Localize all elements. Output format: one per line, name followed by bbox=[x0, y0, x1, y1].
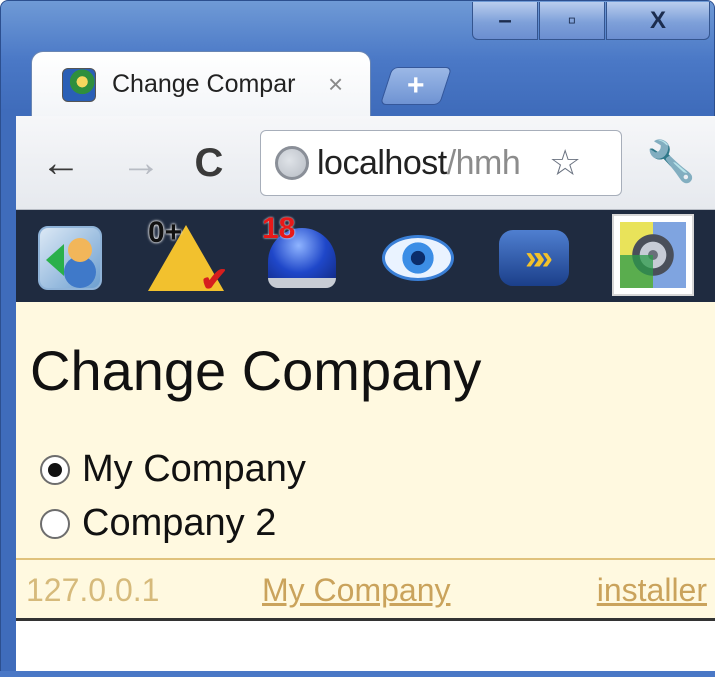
window-controls: – ▫ X bbox=[471, 2, 710, 42]
favicon-icon bbox=[62, 67, 96, 102]
option-label: My Company bbox=[82, 448, 306, 490]
wrench-icon[interactable]: 🔧 bbox=[646, 138, 696, 185]
browser-toolbar: ← → C localhost/hmh ☆ 🔧 bbox=[16, 116, 715, 210]
url-host: localhost bbox=[317, 143, 447, 182]
bookmark-star-icon[interactable]: ☆ bbox=[549, 142, 581, 184]
app-nav-bar: ✔ 0+ 18 »» bbox=[16, 210, 715, 302]
radio-selected-dot bbox=[48, 462, 62, 477]
minimize-button[interactable]: – bbox=[472, 2, 538, 40]
company-link[interactable]: My Company bbox=[262, 572, 451, 609]
option-label: Company 2 bbox=[82, 502, 277, 544]
footer: 127.0.0.1 My Company installer bbox=[16, 560, 715, 620]
badge-zero-plus: 0+ bbox=[148, 216, 183, 249]
url-path: /hmh bbox=[446, 143, 521, 182]
badge-count: 18 bbox=[262, 212, 296, 245]
forward-arrow-icon[interactable]: → bbox=[116, 138, 166, 188]
address-bar[interactable]: localhost/hmh ☆ bbox=[260, 130, 622, 196]
blank-area bbox=[16, 621, 715, 671]
close-window-button[interactable]: X bbox=[606, 2, 710, 40]
maximize-button[interactable]: ▫ bbox=[539, 2, 605, 40]
tab-close-icon[interactable]: × bbox=[328, 69, 343, 100]
new-tab-button[interactable]: + bbox=[379, 67, 453, 105]
forward-arrows-icon[interactable]: »» bbox=[498, 222, 570, 294]
globe-icon bbox=[275, 146, 309, 180]
plus-icon: + bbox=[407, 69, 425, 102]
company-option-company-2[interactable]: Company 2 bbox=[40, 502, 276, 545]
url-text[interactable]: localhost/hmh bbox=[317, 144, 547, 183]
server-ip: 127.0.0.1 bbox=[26, 572, 160, 608]
page-title: Change Company bbox=[30, 339, 482, 402]
user-link[interactable]: installer bbox=[597, 572, 707, 609]
page-content: Change Company My Company Company 2 127.… bbox=[16, 302, 715, 620]
tab-title: Change Compar bbox=[112, 70, 296, 98]
reload-icon[interactable]: C bbox=[184, 138, 234, 188]
company-option-my-company[interactable]: My Company bbox=[40, 448, 306, 491]
radio-my-company[interactable] bbox=[40, 454, 70, 485]
contacts-icon[interactable] bbox=[34, 222, 106, 294]
radio-company-2[interactable] bbox=[40, 508, 70, 539]
camera-icon[interactable] bbox=[612, 214, 694, 296]
window-bottom-edge bbox=[0, 671, 715, 677]
browser-tab[interactable]: Change Compar × bbox=[31, 51, 371, 117]
back-arrow-icon[interactable]: ← bbox=[36, 138, 86, 188]
eye-icon[interactable] bbox=[382, 222, 454, 294]
